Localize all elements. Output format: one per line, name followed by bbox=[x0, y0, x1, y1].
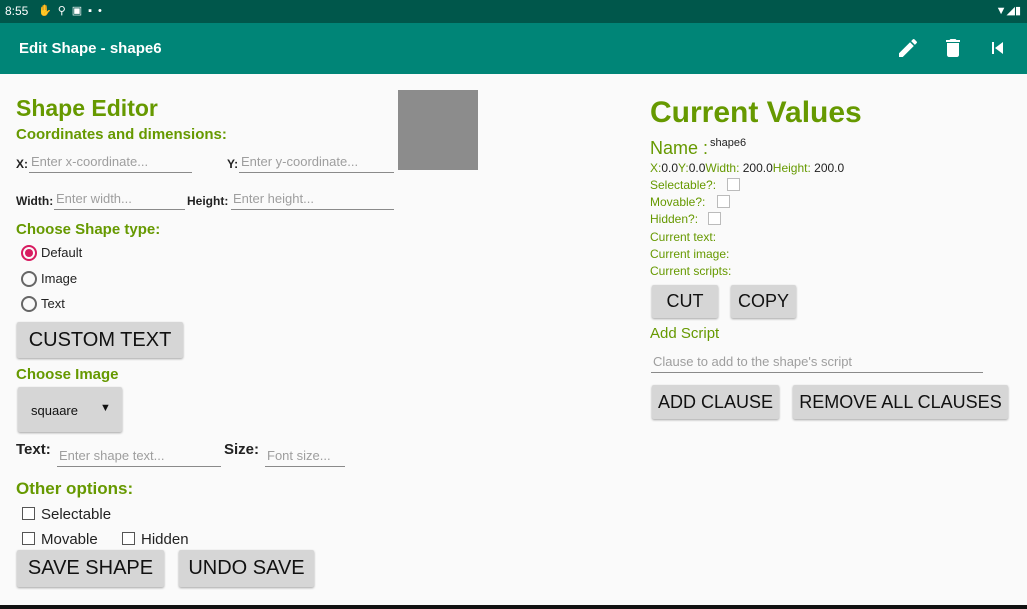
image-dropdown-value: squaare bbox=[31, 403, 78, 418]
cut-button[interactable]: CUT bbox=[652, 285, 718, 318]
current-image-label: Current image: bbox=[650, 247, 730, 261]
shape-preview bbox=[398, 90, 478, 170]
text-label: Text: bbox=[16, 441, 51, 458]
y-label: Y: bbox=[227, 157, 239, 171]
status-bar: 8:55 ✋⚲▣▪• ▼◢▮ bbox=[0, 0, 1027, 23]
name-label: Name : bbox=[650, 138, 709, 158]
custom-text-button[interactable]: CUSTOM TEXT bbox=[17, 322, 183, 358]
height-label: Height: bbox=[772, 161, 811, 175]
height-label: Height: bbox=[187, 194, 229, 208]
movable-label: Movable bbox=[41, 531, 98, 548]
movable-status-label: Movable?: bbox=[650, 195, 706, 209]
hidden-checkbox[interactable] bbox=[122, 532, 135, 545]
x-label: X: bbox=[16, 157, 28, 171]
undo-save-button[interactable]: UNDO SAVE bbox=[179, 550, 314, 587]
shape-type-heading: Choose Shape type: bbox=[16, 221, 161, 238]
width-label: Width: bbox=[705, 161, 740, 175]
movable-status-checkbox bbox=[717, 195, 730, 208]
y-label: Y: bbox=[678, 161, 689, 175]
selectable-checkbox[interactable] bbox=[22, 507, 35, 520]
remove-all-clauses-button[interactable]: REMOVE ALL CLAUSES bbox=[793, 385, 1008, 419]
selectable-status-checkbox bbox=[727, 178, 740, 191]
radio-default-label: Default bbox=[41, 245, 83, 260]
height-input[interactable]: Enter height... bbox=[231, 189, 394, 210]
add-script-label: Add Script bbox=[650, 325, 720, 342]
clause-input[interactable]: Clause to add to the shape's script bbox=[651, 352, 983, 373]
x-value: 0.0 bbox=[661, 161, 679, 175]
skip-previous-icon[interactable] bbox=[985, 36, 1009, 60]
chevron-down-icon: ▼ bbox=[100, 402, 111, 414]
bottom-edge bbox=[0, 605, 1027, 609]
other-options-heading: Other options: bbox=[16, 479, 134, 498]
radio-image-label: Image bbox=[41, 271, 78, 286]
radio-text[interactable] bbox=[21, 296, 37, 312]
battery-signal-icons: ▼◢▮ bbox=[995, 5, 1021, 17]
y-coordinate-input[interactable]: Enter y-coordinate... bbox=[239, 152, 394, 173]
movable-checkbox[interactable] bbox=[22, 532, 35, 545]
trash-icon[interactable] bbox=[941, 36, 965, 60]
page-title: Edit Shape - shape6 bbox=[19, 40, 162, 57]
size-label: Size: bbox=[224, 441, 260, 458]
radio-image[interactable] bbox=[21, 271, 37, 287]
x-label: X: bbox=[650, 161, 662, 175]
current-values-heading: Current Values bbox=[650, 96, 862, 129]
height-value: 200.0 bbox=[810, 161, 845, 175]
name-value: shape6 bbox=[710, 137, 747, 149]
current-text-label: Current text: bbox=[650, 230, 717, 244]
hidden-status-checkbox bbox=[708, 212, 721, 225]
add-clause-button[interactable]: ADD CLAUSE bbox=[652, 385, 779, 419]
y-value: 0.0 bbox=[688, 161, 706, 175]
selectable-label: Selectable bbox=[41, 506, 112, 523]
editor-heading: Shape Editor bbox=[16, 95, 158, 121]
radio-default[interactable] bbox=[21, 245, 37, 261]
app-bar: Edit Shape - shape6 bbox=[0, 23, 1027, 74]
hidden-status-label: Hidden?: bbox=[650, 212, 699, 226]
pencil-icon[interactable] bbox=[896, 36, 920, 60]
image-dropdown[interactable]: squaare ▼ bbox=[18, 387, 122, 432]
width-input[interactable]: Enter width... bbox=[54, 189, 185, 210]
x-coordinate-input[interactable]: Enter x-coordinate... bbox=[29, 152, 192, 173]
width-value: 200.0 bbox=[739, 161, 773, 175]
notification-icons: ✋⚲▣▪• bbox=[38, 5, 108, 17]
width-label: Width: bbox=[16, 194, 54, 208]
selectable-status-label: Selectable?: bbox=[650, 178, 717, 192]
status-time: 8:55 bbox=[5, 4, 29, 18]
image-heading: Choose Image bbox=[16, 366, 119, 383]
current-coords: X:0.0Y:0.0Width: 200.0Height: 200.0 bbox=[650, 161, 844, 175]
font-size-input[interactable]: Font size... bbox=[265, 446, 345, 467]
shape-text-input[interactable]: Enter shape text... bbox=[57, 446, 221, 467]
hidden-label: Hidden bbox=[141, 531, 189, 548]
save-shape-button[interactable]: SAVE SHAPE bbox=[17, 550, 164, 587]
coords-heading: Coordinates and dimensions: bbox=[16, 126, 227, 143]
radio-text-label: Text bbox=[41, 296, 65, 311]
current-scripts-label: Current scripts: bbox=[650, 264, 732, 278]
copy-button[interactable]: COPY bbox=[731, 285, 796, 318]
